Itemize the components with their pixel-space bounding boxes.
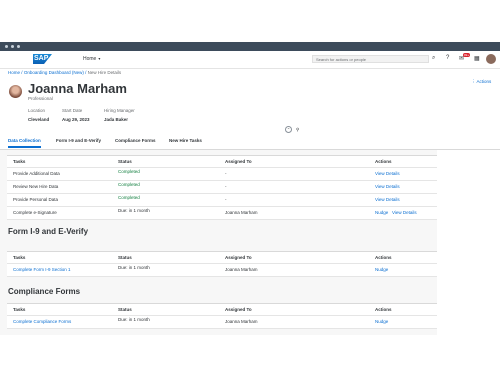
task-assignee: - xyxy=(225,184,227,189)
shell-bar: SAP Home ▾ Search for actions or people ⌕… xyxy=(0,51,500,69)
col-assigned: Assigned To xyxy=(225,307,252,312)
table-row: Provide Additional Data Completed - View… xyxy=(7,168,437,181)
task-name: Provide Personal Data xyxy=(13,197,59,202)
table-row: Complete Compliance Forms Due: in 1 mont… xyxy=(7,316,437,329)
section-title-compliance-forms: Compliance Forms xyxy=(8,287,81,296)
col-status: Status xyxy=(118,255,132,260)
breadcrumb-current: New Hire Details xyxy=(87,70,122,75)
page-footer-space xyxy=(0,335,500,375)
task-assignee: - xyxy=(225,171,227,176)
tab-data-collection[interactable]: Data Collection xyxy=(8,138,41,148)
actions-label: Actions xyxy=(476,79,492,84)
breadcrumb-dashboard[interactable]: Onboarding Dashboard (New) xyxy=(24,70,84,75)
task-assignee: Joanna Marham xyxy=(225,267,258,272)
home-menu-button[interactable]: Home ▾ xyxy=(83,56,100,62)
task-assignee: - xyxy=(225,197,227,202)
col-tasks: Tasks xyxy=(13,307,26,312)
breadcrumb: Home / Onboarding Dashboard (New) / New … xyxy=(8,70,121,75)
task-name-link[interactable]: Complete Form I-9 Section 1 xyxy=(13,267,71,272)
home-label: Home xyxy=(83,56,97,62)
task-name: Review New Hire Data xyxy=(13,184,59,189)
right-panel xyxy=(437,150,500,335)
employee-avatar xyxy=(9,85,22,98)
window-controls xyxy=(5,45,20,48)
tab-new-hire-tasks[interactable]: New Hire Tasks xyxy=(169,138,202,143)
col-actions: Actions xyxy=(375,159,392,164)
browser-chrome-bar xyxy=(0,42,500,51)
col-actions: Actions xyxy=(375,307,392,312)
nudge-link[interactable]: Nudge xyxy=(375,319,388,324)
notification-badge: 99+ xyxy=(463,53,471,57)
tab-form-i9[interactable]: Form I-9 and E-Verify xyxy=(56,138,101,143)
data-collection-table: Tasks Status Assigned To Actions Provide… xyxy=(7,155,437,220)
tab-compliance-forms[interactable]: Compliance Forms xyxy=(115,138,156,143)
employee-name: Joanna Marham xyxy=(28,81,127,96)
task-status: Completed xyxy=(118,195,140,200)
chevron-down-icon: ▾ xyxy=(98,56,101,61)
breadcrumb-separator: / xyxy=(85,70,87,75)
section-title-form-i9: Form I-9 and E-Verify xyxy=(8,227,89,236)
compliance-forms-table: Tasks Status Assigned To Actions Complet… xyxy=(7,303,437,329)
location-value: Cleveland xyxy=(28,117,50,122)
products-icon[interactable]: ▦ xyxy=(474,55,480,62)
col-tasks: Tasks xyxy=(13,255,26,260)
pin-header-icon[interactable]: ⚲ xyxy=(296,127,299,133)
table-row: Review New Hire Data Completed - View De… xyxy=(7,181,437,194)
task-name: Complete e-Signature xyxy=(13,210,57,215)
search-input[interactable]: Search for actions or people xyxy=(312,55,429,63)
form-i9-table: Tasks Status Assigned To Actions Complet… xyxy=(7,251,437,277)
start-date-label: Start Date xyxy=(62,108,83,113)
view-details-link[interactable]: View Details xyxy=(375,184,400,189)
hiring-manager-value: Jada Baker xyxy=(104,117,129,122)
tab-bar: Data Collection Form I-9 and E-Verify Co… xyxy=(0,138,500,150)
nudge-link[interactable]: Nudge xyxy=(375,267,388,272)
hiring-manager-label: Hiring Manager xyxy=(104,108,135,113)
task-status: Completed xyxy=(118,169,140,174)
sap-logo[interactable]: SAP xyxy=(33,54,52,64)
task-status: Due: in 1 month xyxy=(118,265,150,270)
col-assigned: Assigned To xyxy=(225,159,252,164)
breadcrumb-home[interactable]: Home xyxy=(8,70,20,75)
table-row: Complete e-Signature Due: in 1 month Joa… xyxy=(7,207,437,220)
task-status: Due: in 1 month xyxy=(118,208,150,213)
user-avatar[interactable] xyxy=(486,54,496,64)
col-status: Status xyxy=(118,307,132,312)
col-actions: Actions xyxy=(375,255,392,260)
table-header: Tasks Status Assigned To Actions xyxy=(7,304,437,316)
search-icon[interactable]: ⌕ xyxy=(432,55,435,62)
nudge-link[interactable]: Nudge xyxy=(375,210,388,215)
col-status: Status xyxy=(118,159,132,164)
col-tasks: Tasks xyxy=(13,159,26,164)
collapse-header-icon[interactable]: ⌃ xyxy=(285,126,292,133)
help-icon[interactable]: ? xyxy=(446,55,449,61)
table-header: Tasks Status Assigned To Actions xyxy=(7,156,437,168)
task-name-link[interactable]: Complete Compliance Forms xyxy=(13,319,71,324)
breadcrumb-separator: / xyxy=(21,70,23,75)
task-status: Due: in 1 month xyxy=(118,317,150,322)
view-details-link[interactable]: View Details xyxy=(392,210,417,215)
table-row: Complete Form I-9 Section 1 Due: in 1 mo… xyxy=(7,264,437,277)
task-name: Provide Additional Data xyxy=(13,171,60,176)
table-header: Tasks Status Assigned To Actions xyxy=(7,252,437,264)
task-status: Completed xyxy=(118,182,140,187)
view-details-link[interactable]: View Details xyxy=(375,171,400,176)
table-row: Provide Personal Data Completed - View D… xyxy=(7,194,437,207)
col-assigned: Assigned To xyxy=(225,255,252,260)
employee-role: Professional xyxy=(28,96,53,101)
start-date-value: Aug 29, 2023 xyxy=(62,117,90,122)
task-assignee: Joanna Marham xyxy=(225,210,258,215)
task-assignee: Joanna Marham xyxy=(225,319,258,324)
location-label: Location xyxy=(28,108,46,113)
actions-button[interactable]: ⋮ Actions xyxy=(471,79,491,85)
view-details-link[interactable]: View Details xyxy=(375,197,400,202)
